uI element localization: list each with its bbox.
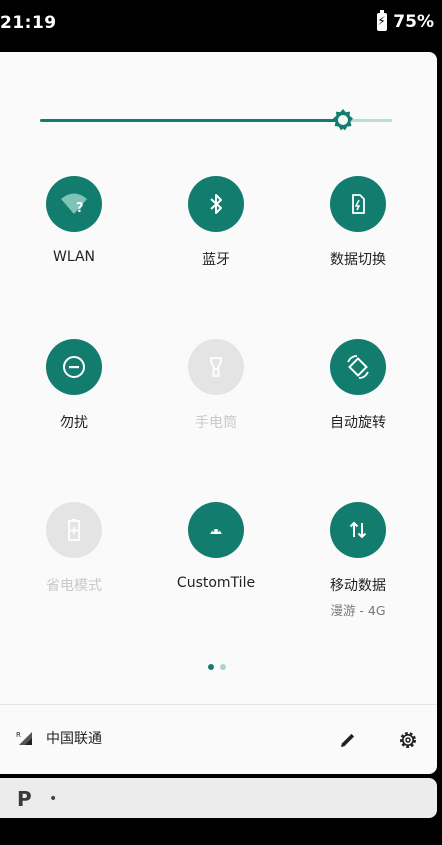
tile-label: 自动旋转	[330, 415, 386, 431]
rotate-icon	[330, 339, 386, 395]
tile-label: 蓝牙	[202, 252, 230, 268]
tile-label: WLAN	[52, 249, 95, 265]
battery-indicator: 75%	[377, 10, 434, 32]
battery-saver-icon	[46, 502, 102, 558]
carrier-name: 中国联通	[46, 731, 102, 747]
wifi-question-icon: ?	[46, 176, 102, 232]
pencil-icon	[341, 733, 355, 747]
gear-icon	[400, 732, 416, 748]
tile-label: CustomTile	[176, 575, 256, 591]
brightness-icon[interactable]	[331, 108, 355, 132]
status-bar: 21:19 75%	[0, 0, 442, 48]
tile-label: 数据切换	[330, 252, 386, 268]
tile-bluetooth[interactable]: 蓝牙	[146, 176, 286, 269]
tile-sublabel: 漫游 - 4G	[330, 603, 386, 618]
flashlight-icon	[188, 339, 244, 395]
tile-data-switch[interactable]: 数据切换	[288, 176, 428, 269]
tile-label: 移动数据	[330, 578, 386, 594]
svg-text:?: ?	[76, 201, 84, 216]
tile-custom[interactable]: CustomTile	[146, 502, 286, 591]
page-indicator	[208, 664, 226, 670]
tile-auto-rotate[interactable]: 自动旋转	[288, 339, 428, 432]
mobile-data-icon	[330, 502, 386, 558]
edit-button[interactable]	[336, 728, 360, 752]
battery-percentage: 75%	[393, 12, 434, 32]
tile-flashlight[interactable]: 手电筒	[146, 339, 286, 432]
tile-label: 手电筒	[195, 415, 237, 431]
page-dot[interactable]	[208, 664, 214, 670]
divider	[0, 704, 437, 705]
tile-mobile-data[interactable]: 移动数据 漫游 - 4G	[288, 502, 428, 619]
tile-label: 省电模式	[46, 578, 102, 594]
tile-wlan[interactable]: ? WLAN	[4, 176, 144, 265]
bluetooth-icon	[188, 176, 244, 232]
tile-battery-saver[interactable]: 省电模式	[4, 502, 144, 595]
notification-bullet: •	[49, 791, 58, 807]
brightness-slider[interactable]	[40, 109, 392, 131]
settings-button[interactable]	[396, 728, 420, 752]
signal-icon: R	[16, 731, 32, 745]
battery-charging-icon	[377, 10, 388, 31]
roaming-badge: R	[16, 731, 21, 739]
sim-switch-icon	[330, 176, 386, 232]
brightness-fill	[40, 119, 343, 122]
page-dot[interactable]	[220, 664, 226, 670]
status-time: 21:19	[0, 13, 57, 33]
do-not-disturb-icon	[46, 339, 102, 395]
tile-dnd[interactable]: 勿扰	[4, 339, 144, 432]
tile-label: 勿扰	[60, 415, 88, 431]
app-icon: P	[17, 787, 32, 811]
notification-bar[interactable]: P •	[0, 778, 437, 818]
android-icon	[188, 502, 244, 558]
carrier-info: R 中国联通	[16, 728, 102, 748]
